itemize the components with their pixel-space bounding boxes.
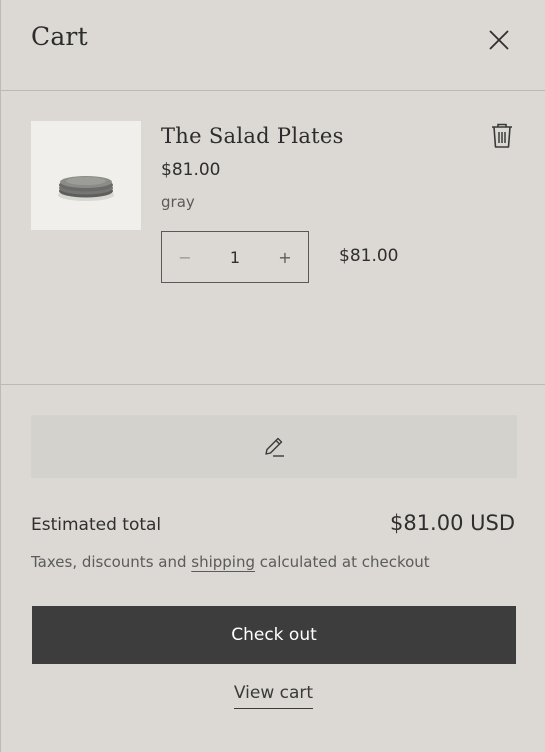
trash-icon (492, 123, 512, 148)
close-icon (489, 30, 509, 50)
estimated-total-label: Estimated total (31, 515, 162, 535)
close-button[interactable] (485, 26, 513, 54)
quantity-decrease-button[interactable]: − (162, 232, 208, 282)
product-price: $81.00 (161, 160, 221, 180)
shipping-link[interactable]: shipping (191, 553, 255, 571)
tax-note-text-before: Taxes, discounts and (31, 553, 192, 571)
quantity-input[interactable]: 1 (208, 232, 262, 282)
tax-note: Taxes, discounts and shipping calculated… (31, 553, 430, 571)
estimated-total-value: $81.00 USD (389, 511, 515, 535)
salad-plates-image (58, 176, 114, 201)
tax-note-text-after: calculated at checkout (255, 553, 430, 571)
product-variant: gray (161, 193, 195, 211)
cart-header: Cart (1, 0, 545, 90)
checkout-button[interactable]: Check out (32, 606, 516, 664)
add-order-note-button[interactable] (31, 415, 517, 478)
cart-drawer: Cart The Salad Plates $81.00 gray − 1 + … (0, 0, 545, 752)
header-divider (1, 90, 545, 91)
items-divider (1, 384, 545, 385)
view-cart-link[interactable]: View cart (233, 683, 314, 709)
product-title-link[interactable]: The Salad Plates (161, 124, 344, 148)
product-image[interactable] (31, 121, 141, 230)
cart-title: Cart (31, 22, 88, 51)
remove-item-button[interactable] (489, 122, 515, 150)
quantity-stepper: − 1 + (161, 231, 309, 283)
line-item-total: $81.00 (339, 246, 399, 266)
quantity-increase-button[interactable]: + (262, 232, 308, 282)
pencil-icon (265, 437, 284, 457)
view-cart-row: View cart (1, 683, 545, 709)
